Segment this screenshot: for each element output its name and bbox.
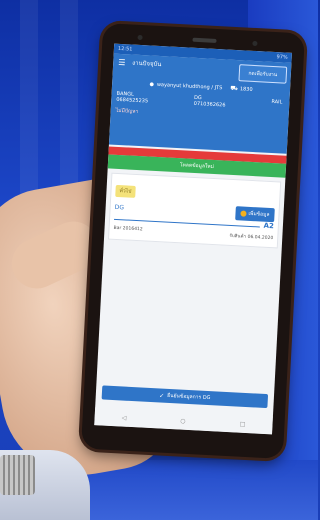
truck-icon: ⛟ — [230, 84, 239, 93]
menu-icon[interactable]: ☰ — [118, 57, 128, 67]
coin-icon — [240, 210, 247, 217]
dg-label: DG — [114, 203, 125, 211]
info-value: 0710362626 — [193, 100, 226, 109]
slot-label: A2 — [263, 221, 275, 231]
phone-speaker — [192, 37, 217, 43]
status-time: 12:51 — [117, 45, 133, 53]
phone: 12:51 97% ☰ งานปัจจุบัน กดเพื่อรับงาน ● … — [80, 23, 306, 459]
bar-code: Bar 2016412 — [113, 225, 143, 233]
user-name: wayanyut khudthong / JTS — [156, 81, 223, 92]
job-card: ทั่วไป DG เพิ่มข้อมูล A2 Bar 2016412 รับ… — [107, 172, 282, 249]
add-info-button[interactable]: เพิ่มข้อมูล — [235, 206, 275, 223]
watch-band — [0, 455, 35, 495]
user-icon: ● — [149, 81, 155, 88]
info-value: 0684525235 — [116, 96, 149, 105]
home-icon[interactable]: ○ — [180, 417, 186, 424]
info-col-2: DG 0710362626 — [194, 95, 226, 109]
back-icon[interactable]: ◁ — [122, 414, 127, 421]
system-nav-bar: ◁ ○ □ — [94, 407, 273, 435]
received-date: รับสินค้า 06.04.2020 — [229, 233, 274, 242]
check-icon: ✓ — [159, 391, 165, 400]
truck-number: 1830 — [239, 86, 253, 93]
job-header: ☰ งานปัจจุบัน กดเพื่อรับงาน ● wayanyut k… — [108, 53, 292, 154]
confirm-label: ยืนยันข้อมูลการ DG — [167, 392, 211, 402]
sensor-icon — [252, 40, 258, 47]
info-col-1: BANGL 0684525235 — [116, 91, 148, 105]
add-info-label: เพิ่มข้อมูล — [248, 210, 270, 218]
camera-icon — [137, 34, 143, 41]
recents-icon[interactable]: □ — [240, 420, 246, 427]
info-col-3: RAIL — [271, 98, 283, 112]
content-area — [97, 239, 282, 380]
phone-screen: 12:51 97% ☰ งานปัจจุบัน กดเพื่อรับงาน ● … — [94, 43, 292, 435]
accept-job-button[interactable]: กดเพื่อรับงาน — [238, 64, 288, 84]
job-tag: ทั่วไป — [115, 184, 136, 198]
page-title: งานปัจจุบัน — [132, 59, 162, 69]
status-battery: 97% — [276, 54, 288, 61]
info-label: RAIL — [271, 98, 283, 106]
confirm-button[interactable]: ✓ ยืนยันข้อมูลการ DG — [101, 385, 269, 409]
